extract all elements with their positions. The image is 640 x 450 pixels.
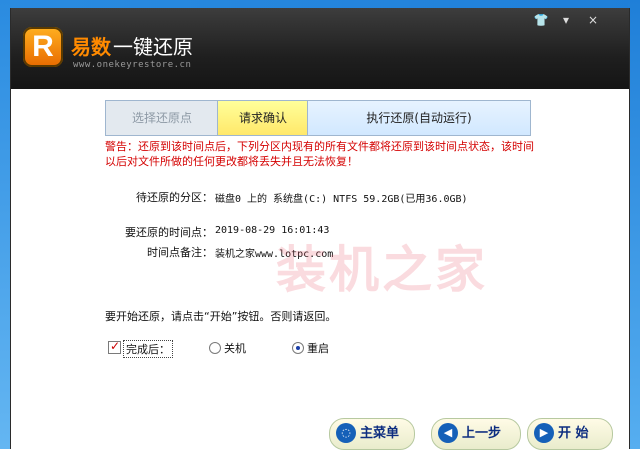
shutdown-label[interactable]: 关机 bbox=[224, 340, 246, 356]
on-complete-checkbox[interactable]: ✓ bbox=[108, 339, 121, 354]
step-confirm: 请求确认 bbox=[217, 100, 309, 136]
back-arrow-icon: ◀ bbox=[438, 423, 458, 443]
forward-arrow-icon: ▶ bbox=[534, 423, 554, 443]
skin-icon[interactable]: 👕 bbox=[531, 12, 551, 28]
partition-value: 磁盘0 上的 系统盘(C:) NTFS 59.2GB(已用36.0GB) bbox=[215, 194, 468, 205]
desktop-edge-left bbox=[0, 0, 10, 449]
title-bar[interactable]: R 易数 一键还原 www.onekeyrestore.cn 👕 ▾ × bbox=[11, 8, 629, 89]
step-select-restore-point: 选择还原点 bbox=[105, 100, 219, 136]
desktop-edge-top bbox=[0, 0, 640, 8]
app-title: 一键还原 bbox=[113, 35, 193, 59]
restart-radio[interactable] bbox=[292, 342, 304, 354]
check-icon: ✓ bbox=[110, 339, 121, 353]
app-logo-icon: R bbox=[23, 27, 63, 67]
menu-icon[interactable]: ▾ bbox=[556, 12, 576, 28]
warning-text: 警告：还原到该时间点后，下列分区内现有的所有文件都将还原到该时间点状态，该时间以… bbox=[105, 140, 534, 168]
app-window: R 易数 一键还原 www.onekeyrestore.cn 👕 ▾ × 选择还… bbox=[10, 8, 630, 450]
start-prompt: 要开始还原，请点击“开始”按钮。否则请返回。 bbox=[105, 310, 337, 323]
shutdown-radio[interactable] bbox=[209, 342, 221, 354]
watermark: 装机之家 bbox=[276, 241, 488, 299]
spinner-icon: ◌ bbox=[336, 423, 356, 443]
main-menu-button[interactable]: ◌ 主菜单 bbox=[329, 418, 415, 450]
previous-button[interactable]: ◀ 上一步 bbox=[431, 418, 521, 450]
radio-selected-dot bbox=[296, 346, 300, 350]
restart-label[interactable]: 重启 bbox=[307, 340, 329, 356]
start-button[interactable]: ▶ 开 始 bbox=[527, 418, 613, 450]
app-url: www.onekeyrestore.cn bbox=[73, 60, 192, 70]
partition-label: 待还原的分区： bbox=[136, 191, 213, 204]
restore-time-label: 要还原的时间点： bbox=[125, 226, 213, 239]
close-icon[interactable]: × bbox=[583, 12, 603, 28]
step-execute: 执行还原(自动运行) bbox=[307, 100, 531, 136]
note-label: 时间点备注： bbox=[147, 246, 213, 259]
step-indicator: 选择还原点 请求确认 执行还原(自动运行) bbox=[105, 100, 531, 136]
on-complete-label[interactable]: 完成后： bbox=[123, 340, 173, 358]
app-brand: 易数 bbox=[71, 35, 111, 59]
